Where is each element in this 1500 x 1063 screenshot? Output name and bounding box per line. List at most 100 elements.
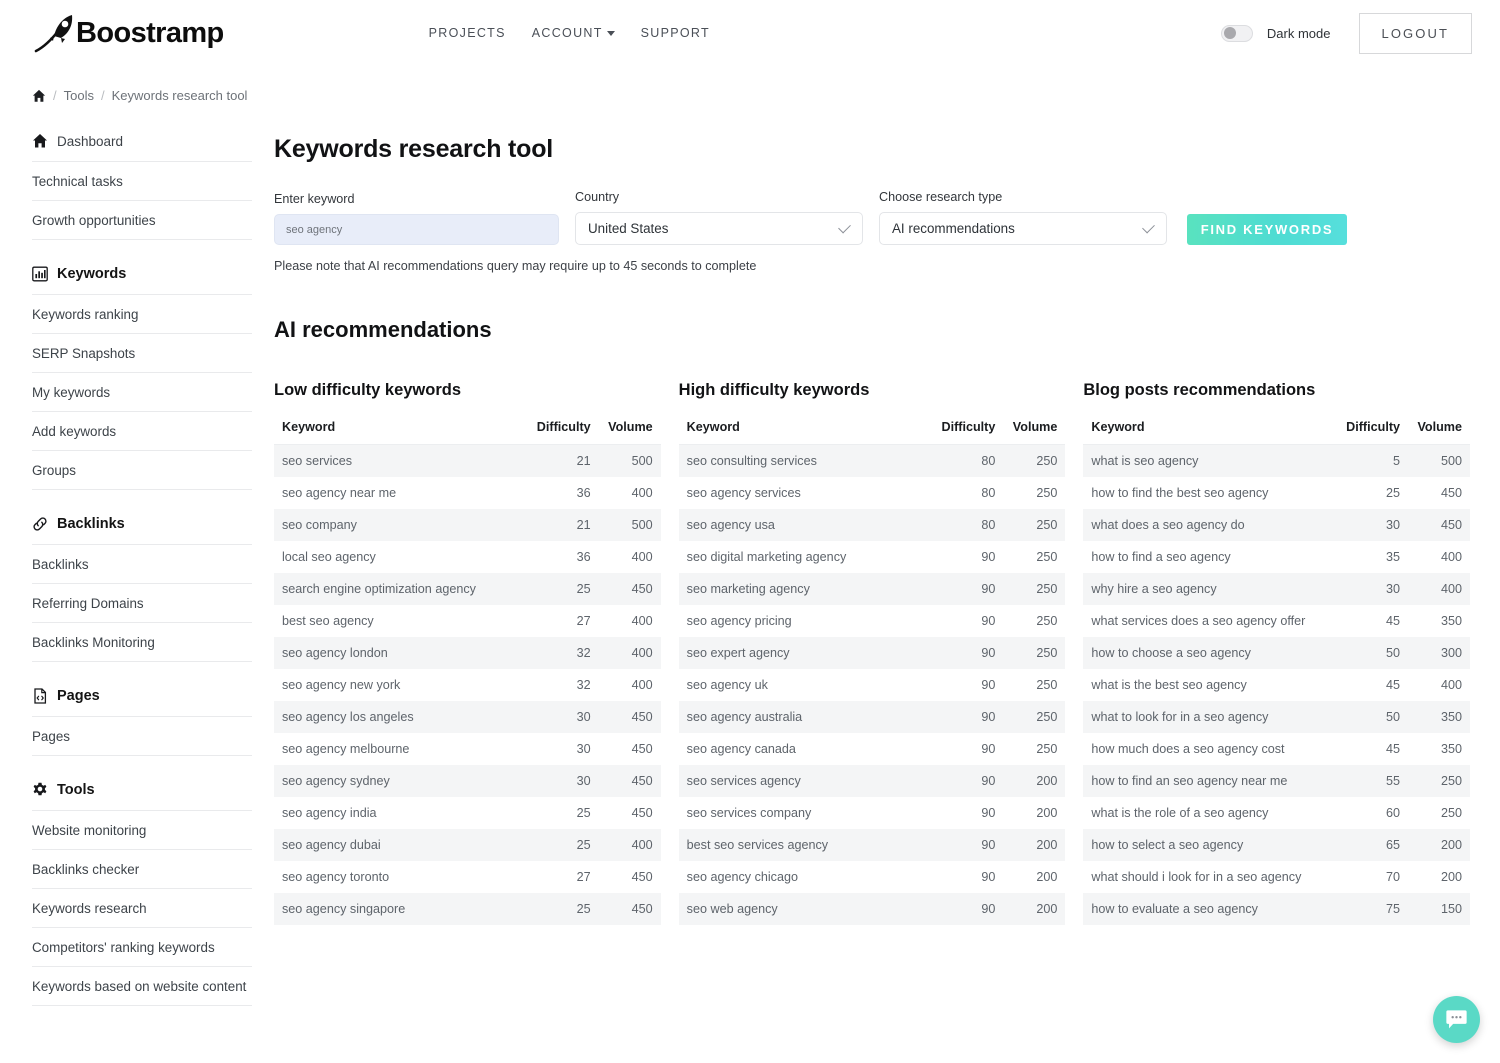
table-row[interactable]: what should i look for in a seo agency70… [1083,861,1470,893]
home-icon[interactable] [32,89,46,103]
table-row[interactable]: what is the best seo agency45400 [1083,669,1470,701]
country-select[interactable]: United States [575,212,863,245]
cell-difficulty: 32 [525,637,599,669]
nav-item-account[interactable]: ACCOUNT [532,26,615,40]
sidebar-item-my-keywords[interactable]: My keywords [32,372,252,411]
table-row[interactable]: seo company21500 [274,509,661,541]
sidebar-item-competitors-ranking-keywords[interactable]: Competitors' ranking keywords [32,927,252,966]
table-row[interactable]: why hire a seo agency30400 [1083,573,1470,605]
sidebar-item-referring-domains[interactable]: Referring Domains [32,583,252,622]
breadcrumb-item-tools[interactable]: Tools [64,88,94,103]
brand-logo[interactable]: Boostramp [32,11,224,55]
sidebar-item-technical-tasks[interactable]: Technical tasks [32,161,252,200]
chat-widget-button[interactable] [1433,996,1480,1043]
table-row[interactable]: what is seo agency5500 [1083,445,1470,478]
nav-item-support[interactable]: SUPPORT [641,26,710,40]
sidebar-item-backlinks[interactable]: Backlinks [32,544,252,583]
table-row[interactable]: search engine optimization agency25450 [274,573,661,605]
table-row[interactable]: seo agency chicago90200 [679,861,1066,893]
table-row[interactable]: seo digital marketing agency90250 [679,541,1066,573]
table-row[interactable]: how much does a seo agency cost45350 [1083,733,1470,765]
table-row[interactable]: how to choose a seo agency50300 [1083,637,1470,669]
sidebar-item-add-keywords[interactable]: Add keywords [32,411,252,450]
table-row[interactable]: seo agency services80250 [679,477,1066,509]
sidebar-item-growth-opportunities[interactable]: Growth opportunities [32,200,252,240]
table-row[interactable]: seo services agency90200 [679,765,1066,797]
keyword-input[interactable] [274,214,559,245]
breadcrumb: / Tools / Keywords research tool [32,88,1500,103]
table-row[interactable]: seo agency sydney30450 [274,765,661,797]
col-difficulty[interactable]: Difficulty [525,411,599,445]
cell-volume: 250 [1003,541,1065,573]
table-row[interactable]: what services does a seo agency offer453… [1083,605,1470,637]
cell-keyword: seo agency services [679,477,930,509]
research-type-select[interactable]: AI recommendations [879,212,1167,245]
col-difficulty[interactable]: Difficulty [1334,411,1408,445]
sidebar-item-backlinks-checker[interactable]: Backlinks checker [32,849,252,888]
table-row[interactable]: seo expert agency90250 [679,637,1066,669]
table-row[interactable]: seo services21500 [274,445,661,478]
col-volume[interactable]: Volume [599,411,661,445]
sidebar-item-keywords-research[interactable]: Keywords research [32,888,252,927]
cell-keyword: seo agency los angeles [274,701,525,733]
col-keyword[interactable]: Keyword [1083,411,1334,445]
table-row[interactable]: seo agency near me36400 [274,477,661,509]
table-row[interactable]: seo agency singapore25450 [274,893,661,925]
table-row[interactable]: seo agency los angeles30450 [274,701,661,733]
col-volume[interactable]: Volume [1408,411,1470,445]
table-row[interactable]: seo consulting services80250 [679,445,1066,478]
table-row[interactable]: how to evaluate a seo agency75150 [1083,893,1470,925]
find-keywords-button[interactable]: FIND KEYWORDS [1187,214,1347,245]
sidebar-group-keywords[interactable]: Keywords [32,266,252,294]
table-row[interactable]: seo agency canada90250 [679,733,1066,765]
sidebar-item-keywords-based-on-website-content[interactable]: Keywords based on website content [32,966,252,1006]
sidebar-item-serp-snapshots[interactable]: SERP Snapshots [32,333,252,372]
col-keyword[interactable]: Keyword [274,411,525,445]
table-row[interactable]: seo agency usa80250 [679,509,1066,541]
sidebar-item-backlinks-monitoring[interactable]: Backlinks Monitoring [32,622,252,662]
table-row[interactable]: seo agency pricing90250 [679,605,1066,637]
sidebar-item-keywords-ranking[interactable]: Keywords ranking [32,294,252,333]
table-row[interactable]: seo services company90200 [679,797,1066,829]
table-row[interactable]: how to find the best seo agency25450 [1083,477,1470,509]
table-row[interactable]: seo agency uk90250 [679,669,1066,701]
table-row[interactable]: best seo agency27400 [274,605,661,637]
cell-difficulty: 90 [929,861,1003,893]
cell-volume: 250 [1003,637,1065,669]
table-row[interactable]: what to look for in a seo agency50350 [1083,701,1470,733]
country-label: Country [575,190,863,204]
table-row[interactable]: what does a seo agency do30450 [1083,509,1470,541]
table-row[interactable]: seo agency london32400 [274,637,661,669]
table-row[interactable]: seo agency toronto27450 [274,861,661,893]
table-row[interactable]: what is the role of a seo agency60250 [1083,797,1470,829]
col-difficulty[interactable]: Difficulty [929,411,1003,445]
nav-item-projects[interactable]: PROJECTS [429,26,506,40]
col-keyword[interactable]: Keyword [679,411,930,445]
col-volume[interactable]: Volume [1003,411,1065,445]
table-row[interactable]: seo agency australia90250 [679,701,1066,733]
sidebar-item-website-monitoring[interactable]: Website monitoring [32,810,252,849]
cell-keyword: seo agency uk [679,669,930,701]
sidebar-group-dashboard[interactable]: Dashboard [32,133,252,161]
table-row[interactable]: seo agency new york32400 [274,669,661,701]
cell-keyword: seo agency sydney [274,765,525,797]
sidebar-item-groups[interactable]: Groups [32,450,252,490]
cell-volume: 200 [1003,765,1065,797]
table-row[interactable]: how to select a seo agency65200 [1083,829,1470,861]
table-row[interactable]: seo marketing agency90250 [679,573,1066,605]
sidebar-group-backlinks[interactable]: Backlinks [32,516,252,544]
table-row[interactable]: local seo agency36400 [274,541,661,573]
table-row[interactable]: seo agency melbourne30450 [274,733,661,765]
table-row[interactable]: how to find a seo agency35400 [1083,541,1470,573]
table-row[interactable]: best seo services agency90200 [679,829,1066,861]
logout-button[interactable]: LOGOUT [1359,13,1473,54]
table-row[interactable]: seo agency india25450 [274,797,661,829]
table-row[interactable]: how to find an seo agency near me55250 [1083,765,1470,797]
research-type-label: Choose research type [879,190,1167,204]
sidebar-group-pages[interactable]: Pages [32,688,252,716]
table-row[interactable]: seo agency dubai25400 [274,829,661,861]
sidebar-item-pages[interactable]: Pages [32,716,252,756]
table-row[interactable]: seo web agency90200 [679,893,1066,925]
dark-mode-toggle[interactable] [1221,25,1253,42]
sidebar-group-tools[interactable]: Tools [32,782,252,810]
